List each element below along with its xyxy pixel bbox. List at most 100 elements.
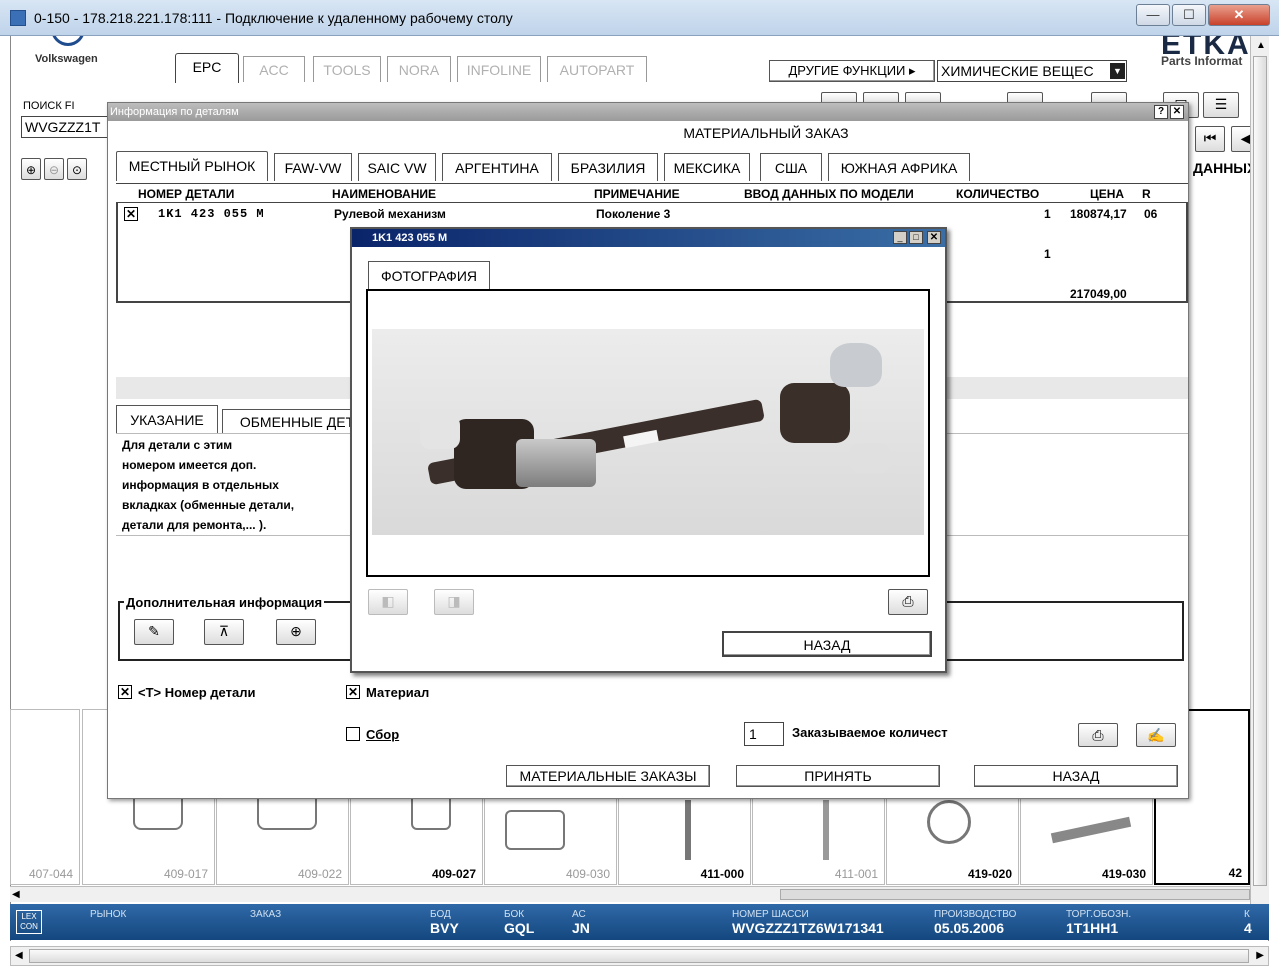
popup-close-button[interactable]: ✕ — [927, 231, 941, 244]
tab-usa[interactable]: США — [760, 153, 822, 181]
scrollbar-thumb[interactable] — [1253, 56, 1267, 886]
other-functions-button[interactable]: ДРУГИЕ ФУНКЦИИ ▸ — [769, 60, 935, 82]
edge-key: К — [1244, 909, 1250, 920]
tab-south-africa[interactable]: ЮЖНАЯ АФРИКА — [828, 153, 970, 181]
tab-infoline[interactable]: INFOLINE — [457, 56, 541, 82]
scroll-up-icon[interactable]: ▲ — [1256, 40, 1266, 51]
scrollbar-thumb[interactable] — [780, 889, 1250, 900]
quantity-cell: 1 — [1044, 247, 1051, 261]
tab-nora[interactable]: NORA — [387, 56, 451, 82]
photo-frame — [366, 289, 930, 577]
production-key: ПРОИЗВОДСТВО — [934, 909, 1017, 920]
rdp-horizontal-scrollbar[interactable]: ◀ ▶ — [10, 946, 1269, 966]
col-name: НАИМЕНОВАНИЕ — [332, 187, 436, 201]
maximize-button[interactable]: ☐ — [1172, 4, 1206, 26]
list-icon[interactable]: ☰ — [1203, 92, 1239, 118]
vertical-scrollbar[interactable]: ▲ — [1250, 36, 1269, 904]
col-model-data: ВВОД ДАННЫХ ПО МОДЕЛИ — [744, 187, 914, 201]
minimize-button[interactable]: — — [1136, 4, 1170, 26]
r-cell: 06 — [1144, 207, 1158, 221]
print-photo-icon[interactable]: ⎙ — [888, 589, 928, 615]
bod-value: BVY — [430, 920, 459, 936]
production-value: 05.05.2006 — [934, 920, 1005, 936]
scroll-right-icon[interactable]: ▶ — [1256, 950, 1264, 961]
chemicals-select-value: ХИМИЧЕСКИЕ ВЕЩЕС — [941, 63, 1094, 79]
tab-saic-vw[interactable]: SAIC VW — [358, 153, 436, 181]
zoom-fit-icon[interactable]: ⊙ — [67, 158, 87, 180]
col-note: ПРИМЕЧАНИЕ — [594, 187, 680, 201]
order-quantity-input[interactable]: 1 — [744, 722, 784, 746]
thumbnail[interactable]: 407-044 — [10, 709, 80, 885]
vin-key: НОМЕР ШАССИ — [732, 909, 809, 920]
dialog-close-button[interactable]: ✕ — [1170, 105, 1184, 119]
photo-popup: 1K1 423 055 M _ □ ✕ ФОТОГРАФИЯ ◧ ◨ ⎙ НАЗ… — [350, 227, 947, 673]
electric-motor — [516, 439, 596, 487]
popup-back-button[interactable]: НАЗАД — [722, 631, 932, 657]
close-button[interactable]: ✕ — [1208, 4, 1270, 26]
zoom-out-icon[interactable]: ⊖ — [44, 158, 64, 180]
remote-desktop-icon — [10, 10, 26, 26]
scroll-left-icon[interactable]: ◀ — [15, 950, 23, 961]
part-number-checkbox[interactable]: ✕ — [118, 685, 132, 699]
material-orders-button[interactable]: МАТЕРИАЛЬНЫЕ ЗАКАЗЫ — [506, 765, 710, 787]
tab-photo[interactable]: ФОТОГРАФИЯ — [368, 261, 490, 289]
dialog-header: Информация по деталям — [108, 103, 1188, 121]
prev-photo-icon[interactable]: ◧ — [368, 589, 408, 615]
thumbnail-label: 419-020 — [967, 867, 1012, 881]
notice-line: номером имеется доп. — [122, 458, 257, 472]
print-icon[interactable]: ⎙ — [1078, 723, 1118, 747]
part-drawing — [1050, 816, 1132, 844]
search-label: ПОИСК FI — [23, 100, 75, 112]
tab-faw-vw[interactable]: FAW-VW — [274, 153, 352, 181]
add-circle-icon[interactable]: ⊕ — [276, 619, 316, 645]
material-checkbox[interactable]: ✕ — [346, 685, 360, 699]
popup-minimize-button[interactable]: _ — [893, 231, 907, 244]
notice-text: Для детали с этим номером имеется доп. и… — [122, 435, 294, 535]
ac-key: АС — [572, 909, 586, 920]
row-checkbox[interactable]: ✕ — [124, 207, 138, 221]
thumbnail-label: 419-030 — [1101, 867, 1146, 881]
scroll-left-icon[interactable]: ◀ — [12, 889, 20, 900]
scrollbar-thumb[interactable] — [29, 949, 1249, 963]
gauge-icon[interactable]: ⊼ — [204, 619, 244, 645]
popup-maximize-button[interactable]: □ — [909, 231, 923, 244]
tab-autopart[interactable]: AUTOPART — [547, 56, 647, 82]
left-boot — [420, 415, 460, 449]
window-titlebar[interactable]: 0-150 - 178.218.221.178:111 - Подключени… — [0, 0, 1279, 36]
horizontal-scrollbar[interactable]: ◀ — [10, 886, 1269, 902]
tab-notice[interactable]: УКАЗАНИЕ — [116, 405, 218, 433]
assembly-checkbox[interactable] — [346, 727, 360, 741]
tab-mexico[interactable]: МЕКСИКА — [664, 153, 750, 181]
back-button[interactable]: НАЗАД — [974, 765, 1178, 787]
quantity-cell: 1 — [1044, 207, 1051, 221]
thumbnail-label: 411-000 — [700, 867, 744, 881]
help-button[interactable]: ? — [1154, 105, 1168, 119]
pencil-icon[interactable]: ✎ — [134, 619, 174, 645]
part-drawing — [505, 810, 565, 850]
thumbnail-label: 409-017 — [163, 867, 208, 881]
zoom-in-icon[interactable]: ⊕ — [21, 158, 41, 180]
tab-brazil[interactable]: БРАЗИЛИЯ — [558, 153, 658, 181]
thumbnail-label: 42 — [1228, 866, 1242, 880]
chevron-down-icon[interactable]: ▼ — [1110, 63, 1125, 79]
search-input[interactable]: WVGZZZ1T — [21, 116, 111, 138]
part-number-cell[interactable]: 1K1 423 055 M — [158, 207, 265, 221]
edit-note-icon[interactable]: ✍ — [1136, 723, 1176, 747]
tab-argentina[interactable]: АРГЕНТИНА — [442, 153, 552, 181]
accept-button[interactable]: ПРИНЯТЬ — [736, 765, 940, 787]
edge-value: 4 — [1244, 920, 1252, 936]
tab-epc[interactable]: EPC — [175, 53, 239, 83]
bok-value: GQL — [504, 920, 535, 936]
steering-rack-photo — [372, 329, 924, 535]
next-photo-icon[interactable]: ◨ — [434, 589, 474, 615]
assembly-checkbox-label: Сбор — [366, 727, 400, 742]
bod-key: БОД — [430, 909, 451, 920]
tab-acc[interactable]: ACC — [243, 56, 305, 82]
chemicals-select[interactable]: ХИМИЧЕСКИЕ ВЕЩЕС ▼ — [937, 60, 1127, 82]
thumbnail-label: 409-022 — [297, 867, 342, 881]
col-price: ЦЕНА — [1090, 187, 1125, 201]
data-label: ДАННЫХ — [1193, 160, 1257, 176]
tab-tools[interactable]: TOOLS — [313, 56, 381, 82]
tab-local-market[interactable]: МЕСТНЫЙ РЫНОК — [116, 151, 268, 181]
trade-key: ТОРГ.ОБОЗН. — [1066, 909, 1132, 920]
